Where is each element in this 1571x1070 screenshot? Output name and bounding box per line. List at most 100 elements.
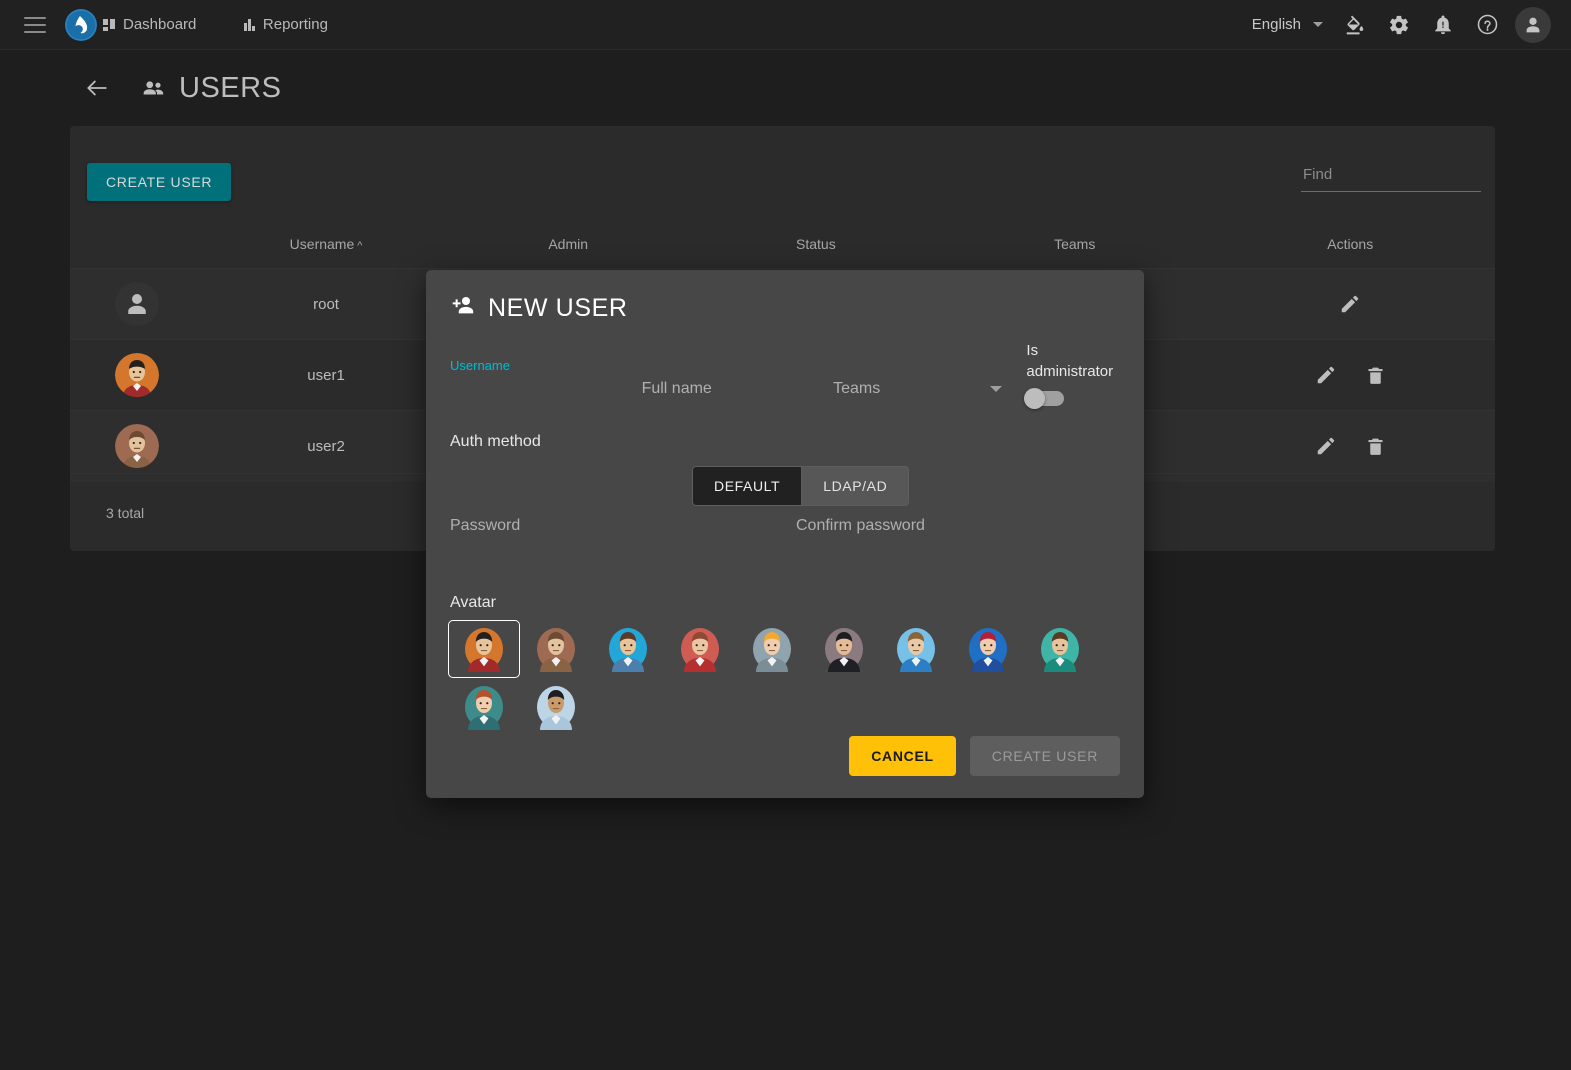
edit-pencil-icon[interactable]: [1315, 435, 1337, 457]
nav-reporting[interactable]: Reporting: [238, 0, 334, 50]
chevron-down-icon: [990, 386, 1003, 392]
avatar-option-11[interactable]: [520, 678, 592, 736]
nav-dashboard-label: Dashboard: [123, 16, 197, 33]
language-selector[interactable]: English: [1242, 16, 1333, 33]
auth-method-toggle-group: DEFAULT LDAP/AD: [692, 466, 910, 506]
row-actions: [1205, 268, 1495, 340]
avatar-1-icon: [465, 628, 503, 672]
nav-dashboard[interactable]: Dashboard: [97, 0, 202, 50]
avatar-option-5[interactable]: [736, 620, 808, 678]
row-actions: [1205, 410, 1495, 482]
create-user-button[interactable]: CREATE USER: [87, 163, 232, 201]
top-navigation-bar: Dashboard Reporting English: [0, 0, 1571, 50]
col-actions: Actions: [1327, 236, 1374, 252]
is-administrator-toggle[interactable]: [1024, 388, 1065, 409]
password-row: [450, 515, 1122, 543]
username-label: Username: [450, 358, 510, 373]
row-username: root: [203, 268, 449, 340]
bar-chart-icon: [244, 18, 255, 31]
auth-option-default[interactable]: DEFAULT: [693, 467, 802, 505]
avatar-picker: [448, 620, 1124, 736]
default-person-avatar: [114, 282, 159, 326]
row-actions: [1205, 339, 1495, 411]
username-input[interactable]: [450, 378, 617, 406]
theme-paint-icon[interactable]: [1333, 3, 1377, 47]
users-table-head: Username ^ Admin Status Teams Actions: [70, 222, 1495, 269]
edit-pencil-icon[interactable]: [1339, 293, 1361, 315]
avatar-9-icon: [1041, 628, 1079, 672]
auth-option-ldap[interactable]: LDAP/AD: [801, 467, 909, 505]
avatar-option-8[interactable]: [952, 620, 1024, 678]
avatar-section-label: Avatar: [450, 594, 496, 611]
confirm-password-field-wrapper: [796, 515, 1122, 543]
new-user-dialog: NEW USER Username Teams Is administrator…: [426, 270, 1144, 798]
delete-trash-icon[interactable]: [1365, 365, 1386, 386]
avatar-3-icon: [609, 628, 647, 672]
help-circle-icon[interactable]: [1465, 3, 1509, 47]
user-account-icon[interactable]: [1515, 6, 1551, 43]
create-user-submit-button[interactable]: CREATE USER: [969, 736, 1120, 776]
col-status[interactable]: Status: [688, 222, 944, 269]
col-teams[interactable]: Teams: [944, 222, 1206, 269]
teams-select[interactable]: Teams: [833, 378, 1003, 406]
dashboard-icon: [103, 18, 115, 31]
delete-trash-icon[interactable]: [1365, 436, 1386, 457]
notifications-bell-icon[interactable]: [1421, 3, 1465, 47]
total-count-label: 3 total: [106, 504, 145, 521]
avatar-option-4[interactable]: [664, 620, 736, 678]
fullname-input[interactable]: [641, 378, 809, 406]
teams-field-wrapper: Teams: [833, 378, 1003, 406]
username-field-wrapper: Username: [450, 358, 617, 406]
user-avatar: [114, 353, 159, 397]
avatar-7-icon: [897, 628, 935, 672]
dialog-title: NEW USER: [488, 293, 628, 322]
avatar-8-icon: [969, 628, 1007, 672]
avatar-option-3[interactable]: [592, 620, 664, 678]
avatar-option-9[interactable]: [1024, 620, 1096, 678]
topbar-right-group: English: [1242, 3, 1571, 47]
toggle-knob: [1024, 388, 1046, 409]
avatar-option-2[interactable]: [520, 620, 592, 678]
dialog-actions: CANCEL CREATE USER: [849, 736, 1120, 776]
cancel-button[interactable]: CANCEL: [849, 736, 956, 776]
auth-method-label: Auth method: [450, 433, 541, 450]
is-administrator-group: Is administrator: [1024, 340, 1122, 409]
avatar-10-icon: [465, 686, 503, 730]
settings-gear-icon[interactable]: [1377, 3, 1421, 47]
chevron-down-icon: [1313, 22, 1323, 27]
col-admin[interactable]: Admin: [449, 222, 688, 269]
user-avatar: [114, 424, 159, 469]
page-title: USERS: [179, 71, 282, 104]
password-input[interactable]: [450, 515, 776, 543]
dialog-header: NEW USER: [426, 270, 1144, 324]
row-avatar-cell: [70, 410, 204, 482]
col-username[interactable]: Username ^: [204, 222, 449, 269]
avatar-5-icon: [753, 628, 791, 672]
dialog-form-row-identity: Username Teams Is administrator: [450, 340, 1122, 409]
hamburger-icon[interactable]: [24, 16, 46, 33]
find-field-wrapper: [1301, 162, 1481, 192]
row-avatar-cell: [70, 339, 204, 411]
nav-reporting-label: Reporting: [262, 16, 328, 33]
avatar-4-icon: [681, 628, 719, 672]
teams-select-placeholder: Teams: [833, 380, 881, 397]
search-input[interactable]: [1301, 162, 1481, 192]
avatar-option-7[interactable]: [880, 620, 952, 678]
fullname-field-wrapper: [641, 378, 809, 406]
app-logo[interactable]: [65, 8, 97, 41]
table-header-row: Username ^ Admin Status Teams Actions: [70, 222, 1495, 269]
avatar-option-6[interactable]: [808, 620, 880, 678]
edit-pencil-icon[interactable]: [1315, 364, 1337, 386]
confirm-password-input[interactable]: [796, 515, 1122, 543]
avatar-11-icon: [537, 686, 575, 730]
password-field-wrapper: [450, 515, 776, 543]
avatar-option-10[interactable]: [448, 678, 520, 736]
avatar-option-1[interactable]: [448, 620, 520, 678]
person-add-icon: [450, 292, 477, 324]
avatar-6-icon: [825, 628, 863, 672]
row-username: user2: [203, 410, 449, 482]
row-avatar-cell: [70, 268, 204, 340]
users-group-icon: [140, 75, 166, 101]
avatar-2-icon: [537, 628, 575, 672]
back-arrow-icon[interactable]: [84, 75, 110, 101]
